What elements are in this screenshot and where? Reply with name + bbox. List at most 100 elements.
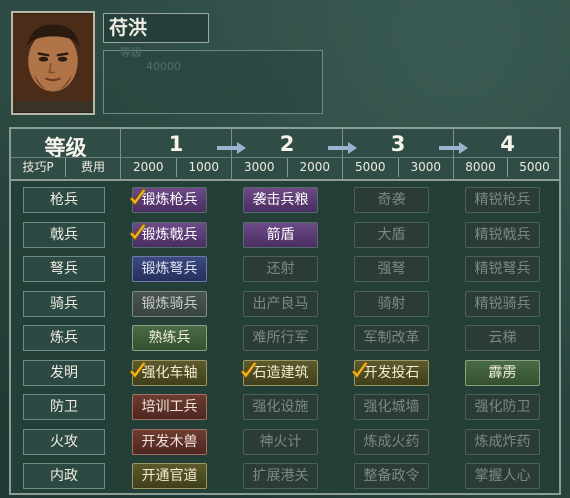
- tech-button[interactable]: 骑射: [354, 290, 429, 317]
- tech-button[interactable]: 扩展港关: [243, 463, 318, 489]
- tech-name: 整备政令: [363, 468, 420, 484]
- tech-button[interactable]: 强化设施: [243, 394, 318, 420]
- level-requirements: 2000 1000: [121, 157, 231, 177]
- level-number: 2: [279, 132, 295, 156]
- header-cost-label: 费用: [65, 158, 120, 177]
- tech-name: 军制改革: [363, 330, 420, 346]
- checkmark-icon: [129, 361, 147, 379]
- tech-button[interactable]: 强化防卫: [465, 394, 540, 420]
- tech-button[interactable]: 开发投石: [351, 359, 429, 386]
- tech-name: 箭盾: [266, 226, 295, 243]
- row-category-label: 发明: [23, 359, 105, 386]
- level-requirements: 8000 5000: [454, 157, 561, 177]
- tech-button[interactable]: 神火计: [243, 428, 318, 455]
- tech-button[interactable]: 炼成火药: [354, 428, 429, 455]
- tech-button[interactable]: 军制改革: [354, 325, 429, 351]
- tech-name: 掌握人心: [474, 468, 531, 484]
- tech-row: 弩兵 锻炼弩兵 还射 强弩 精锐弩兵: [11, 252, 559, 287]
- tech-button[interactable]: 精锐戟兵: [465, 221, 540, 248]
- tech-row: 内政 开通官道 扩展港关 整备政令 掌握人心: [11, 459, 559, 494]
- tech-button[interactable]: 锻炼弩兵: [132, 256, 207, 282]
- tech-name: 开发木兽: [141, 433, 198, 450]
- level-number: 4: [500, 132, 515, 156]
- tech-button[interactable]: 霹雳: [465, 359, 540, 386]
- tech-button[interactable]: 奇袭: [354, 187, 429, 213]
- header-level-3: 3 5000 3000: [343, 129, 454, 179]
- checkmark-icon: [129, 188, 147, 206]
- tech-name: 扩展港关: [252, 468, 309, 484]
- tech-button[interactable]: 精锐弩兵: [465, 256, 540, 282]
- tech-row: 火攻 开发木兽 神火计 炼成火药 炼成炸药: [11, 425, 559, 460]
- level-skill: 8000: [465, 160, 496, 174]
- tech-name: 精锐戟兵: [474, 226, 531, 243]
- tech-button[interactable]: 云梯: [465, 325, 540, 351]
- tech-name: 骑射: [377, 295, 406, 312]
- tech-button[interactable]: 强化城墙: [354, 394, 429, 420]
- tech-button[interactable]: 锻炼骑兵: [132, 290, 207, 317]
- tech-name: 锻炼戟兵: [141, 226, 198, 243]
- tech-button[interactable]: 出产良马: [243, 290, 318, 317]
- level-cost: 3000: [397, 158, 454, 177]
- tech-button[interactable]: 开通官道: [132, 463, 207, 489]
- row-category-label: 戟兵: [23, 221, 105, 248]
- header-sub: 技巧P 费用: [11, 157, 120, 177]
- tech-name: 精锐枪兵: [474, 192, 531, 208]
- tech-name: 云梯: [488, 330, 517, 346]
- tech-row: 枪兵 锻炼枪兵 袭击兵粮 奇袭 精锐枪兵: [11, 183, 559, 218]
- tech-name: 神火计: [259, 433, 302, 450]
- tech-button[interactable]: 精锐枪兵: [465, 187, 540, 213]
- tech-row: 骑兵 锻炼骑兵 出产良马 骑射 精锐骑兵: [11, 287, 559, 322]
- tech-row: 防卫 培训工兵 强化设施 强化城墙 强化防卫: [11, 390, 559, 425]
- row-category-label: 骑兵: [23, 290, 105, 317]
- header-skill-label: 技巧P: [22, 160, 54, 174]
- tech-name: 炼成炸药: [474, 433, 531, 450]
- technology-table: 等级 技巧P 费用 1 2000 1000 2 3000 2000 3 5000 3000 4 80…: [9, 127, 561, 495]
- tech-button[interactable]: 难所行军: [243, 325, 318, 351]
- tech-button[interactable]: 强化车轴: [129, 359, 207, 386]
- tech-name: 炼成火药: [363, 433, 420, 450]
- tech-name: 开发投石: [363, 364, 420, 381]
- tech-name: 强化设施: [252, 399, 309, 415]
- general-name: 苻洪: [103, 13, 209, 43]
- tech-button[interactable]: 石造建筑: [240, 359, 318, 386]
- tech-name: 精锐弩兵: [474, 261, 531, 277]
- tech-name: 袭击兵粮: [252, 192, 309, 208]
- level-skill: 2000: [132, 160, 164, 174]
- tech-name: 难所行军: [252, 330, 309, 346]
- level-cost: 1000: [175, 158, 232, 177]
- header-level-4: 4 8000 5000: [454, 129, 561, 179]
- checkmark-icon: [129, 223, 147, 241]
- tech-button[interactable]: 炼成炸药: [465, 428, 540, 455]
- tech-button[interactable]: 开发木兽: [132, 428, 207, 455]
- general-info-panel: 等级 40000: [103, 46, 323, 114]
- tech-button[interactable]: 锻炼戟兵: [129, 221, 207, 248]
- row-category-label: 火攻: [23, 428, 105, 455]
- faint-label: 等级: [120, 46, 142, 59]
- header-level-1: 1 2000 1000: [121, 129, 232, 179]
- tech-button[interactable]: 锻炼枪兵: [129, 187, 207, 213]
- tech-button[interactable]: 掌握人心: [465, 463, 540, 489]
- level-requirements: 3000 2000: [232, 157, 342, 177]
- tech-name: 锻炼枪兵: [141, 192, 198, 208]
- tech-button[interactable]: 强弩: [354, 256, 429, 282]
- tech-name: 锻炼弩兵: [141, 261, 198, 277]
- tech-button[interactable]: 精锐骑兵: [465, 290, 540, 317]
- tech-button[interactable]: 熟练兵: [132, 325, 207, 351]
- portrait-image: [13, 13, 93, 113]
- level-skill: 5000: [354, 160, 386, 174]
- tech-button[interactable]: 培训工兵: [132, 394, 207, 420]
- tech-name: 强化防卫: [474, 399, 531, 415]
- tech-button[interactable]: 还射: [243, 256, 318, 282]
- tech-button[interactable]: 整备政令: [354, 463, 429, 489]
- tech-row: 戟兵 锻炼戟兵 箭盾 大盾 精锐戟兵: [11, 218, 559, 253]
- tech-button[interactable]: 袭击兵粮: [243, 187, 318, 213]
- general-portrait: [11, 11, 95, 115]
- level-cost: 5000: [507, 158, 561, 177]
- level-skill: 3000: [243, 160, 275, 174]
- level-requirements: 5000 3000: [343, 157, 453, 177]
- row-category-label: 炼兵: [23, 325, 105, 351]
- row-category-label: 内政: [23, 463, 105, 489]
- tech-button[interactable]: 箭盾: [243, 221, 318, 248]
- tech-button[interactable]: 大盾: [354, 221, 429, 248]
- checkmark-icon: [240, 361, 258, 379]
